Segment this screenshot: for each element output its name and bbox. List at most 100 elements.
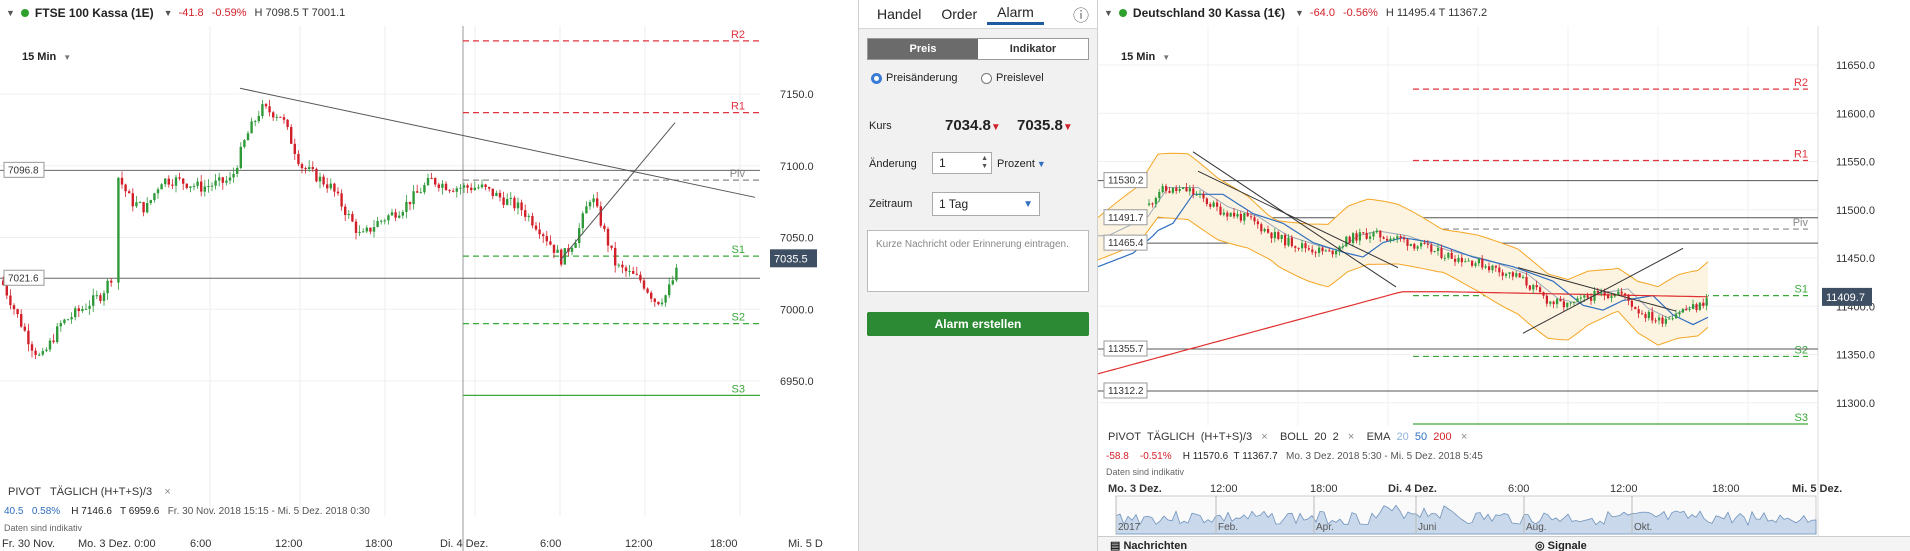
candle xyxy=(664,295,667,303)
candle xyxy=(581,213,584,229)
chevron-down-icon[interactable]: ▼ xyxy=(1295,8,1304,18)
candle xyxy=(1185,187,1188,192)
y-tick-label: 11650.0 xyxy=(1836,60,1875,72)
candle xyxy=(340,193,343,207)
candle xyxy=(1328,250,1331,252)
candle xyxy=(311,167,314,169)
candle xyxy=(1559,298,1562,302)
candle xyxy=(1219,206,1222,215)
tab-alarm[interactable]: Alarm xyxy=(987,4,1044,25)
aenderung-input[interactable]: 1 ▲ ▼ xyxy=(932,152,992,174)
x-tick-label: Mo. 3 Dez. xyxy=(1108,483,1162,495)
candle xyxy=(1447,252,1450,258)
indicator-pivot-formula: (H+T+S)/3 xyxy=(1200,431,1253,443)
ftse-price-chart[interactable]: R2R1PivS1S2S37150.07100.07050.07000.0695… xyxy=(0,26,858,551)
navigator-label: Aug. xyxy=(1526,522,1547,533)
unit-select[interactable]: Prozent ▼ xyxy=(997,158,1046,170)
candle xyxy=(12,305,16,310)
candle xyxy=(322,176,325,185)
candle xyxy=(369,227,372,232)
candle xyxy=(394,212,397,218)
stat-low: T 11367.7 xyxy=(1233,451,1278,462)
candle xyxy=(1518,273,1521,278)
pivot-r2-label: R2 xyxy=(1794,77,1808,89)
close-icon[interactable]: × xyxy=(164,486,170,498)
candle xyxy=(362,231,365,233)
candle xyxy=(614,247,617,266)
chevron-down-icon[interactable]: ▼ xyxy=(6,8,15,18)
candle xyxy=(92,295,95,306)
candle xyxy=(1661,317,1664,324)
candle xyxy=(556,249,559,253)
candle xyxy=(1508,272,1511,274)
candle xyxy=(153,193,156,201)
candle xyxy=(570,247,574,252)
candle xyxy=(653,298,656,302)
candle xyxy=(106,280,109,294)
candle xyxy=(236,168,239,174)
radio-preisaenderung[interactable]: Preisänderung xyxy=(871,72,958,84)
candle xyxy=(246,133,250,141)
y-tick-label: 11300.0 xyxy=(1836,398,1875,410)
y-tick-label: 7150.0 xyxy=(780,89,814,101)
stepper-icon[interactable]: ▲ ▼ xyxy=(981,155,988,171)
pivot-s3-label: S3 xyxy=(732,383,745,395)
candle xyxy=(326,184,329,189)
pivot-s3-label: S3 xyxy=(1795,412,1808,424)
tab-handel[interactable]: Handel xyxy=(867,6,931,22)
segment-indikator[interactable]: Indikator xyxy=(978,39,1088,59)
dax-chart-panel[interactable]: ▼ Deutschland 30 Kassa (1€) ▼ -64.0 -0.5… xyxy=(1098,0,1910,551)
chevron-down-icon: ▼ xyxy=(1023,198,1033,210)
chevron-down-icon[interactable]: ▼ xyxy=(164,8,173,18)
close-icon[interactable]: × xyxy=(1461,431,1467,443)
dax-price-chart[interactable]: R2 R1 Piv S1 S2 S3 11650.0 11600.0 11550.0 11500.… xyxy=(1098,26,1910,551)
stat-change-pct: 0.58% xyxy=(31,506,61,517)
navigator-label: Apr. xyxy=(1316,522,1334,533)
candle xyxy=(1396,236,1399,239)
candle xyxy=(1481,258,1484,268)
candle xyxy=(466,185,469,188)
candle xyxy=(1426,243,1429,245)
candle xyxy=(1440,248,1443,259)
candle xyxy=(1644,314,1647,319)
candle xyxy=(1688,308,1691,310)
zeitraum-select[interactable]: 1 Tag ▼ xyxy=(932,192,1040,216)
instrument-name[interactable]: Deutschland 30 Kassa (1€) xyxy=(1133,6,1285,20)
candle xyxy=(1637,309,1640,314)
candle xyxy=(1205,198,1208,205)
candle xyxy=(210,185,214,187)
note-textarea[interactable]: Kurze Nachricht oder Erinnerung eintrage… xyxy=(867,230,1089,292)
candle xyxy=(1678,312,1681,315)
candle xyxy=(470,187,473,191)
candle xyxy=(1494,265,1497,268)
candle xyxy=(250,121,253,134)
candle xyxy=(1348,236,1351,243)
tab-nachrichten[interactable]: ▤ Nachrichten xyxy=(1110,539,1187,551)
level-tag: 11491.7 xyxy=(1108,213,1144,224)
instrument-name[interactable]: FTSE 100 Kassa (1E) xyxy=(35,6,154,20)
chevron-down-icon[interactable]: ▼ xyxy=(1104,8,1113,18)
candle xyxy=(34,350,37,356)
candle xyxy=(315,168,318,182)
candle xyxy=(308,167,311,169)
segment-preis[interactable]: Preis xyxy=(868,39,978,59)
ftse-chart-panel[interactable]: ▼ FTSE 100 Kassa (1E) ▼ -41.8 -0.59% H 7… xyxy=(0,0,858,551)
candle xyxy=(1566,302,1569,308)
candle xyxy=(95,295,98,297)
ftse-header: ▼ FTSE 100 Kassa (1E) ▼ -41.8 -0.59% H 7… xyxy=(6,0,345,26)
candle xyxy=(1454,258,1457,262)
candle xyxy=(1226,212,1229,217)
close-icon[interactable]: × xyxy=(1261,431,1267,443)
create-alarm-button[interactable]: Alarm erstellen xyxy=(867,312,1089,336)
tab-signale[interactable]: ◎ Signale xyxy=(1535,539,1587,551)
pivot-r1-label: R1 xyxy=(1794,149,1808,161)
candle xyxy=(632,271,635,274)
info-icon[interactable]: ⓘ xyxy=(1073,2,1089,26)
close-icon[interactable]: × xyxy=(1348,431,1354,443)
alarm-panel: Handel Order Alarm ⓘ Preis Indikator Pre… xyxy=(858,0,1098,551)
radio-preislevel[interactable]: Preislevel xyxy=(981,72,1044,84)
candle xyxy=(336,191,340,194)
y-tick-label: 7100.0 xyxy=(780,161,814,173)
tab-order[interactable]: Order xyxy=(931,6,987,22)
candle xyxy=(110,280,113,283)
